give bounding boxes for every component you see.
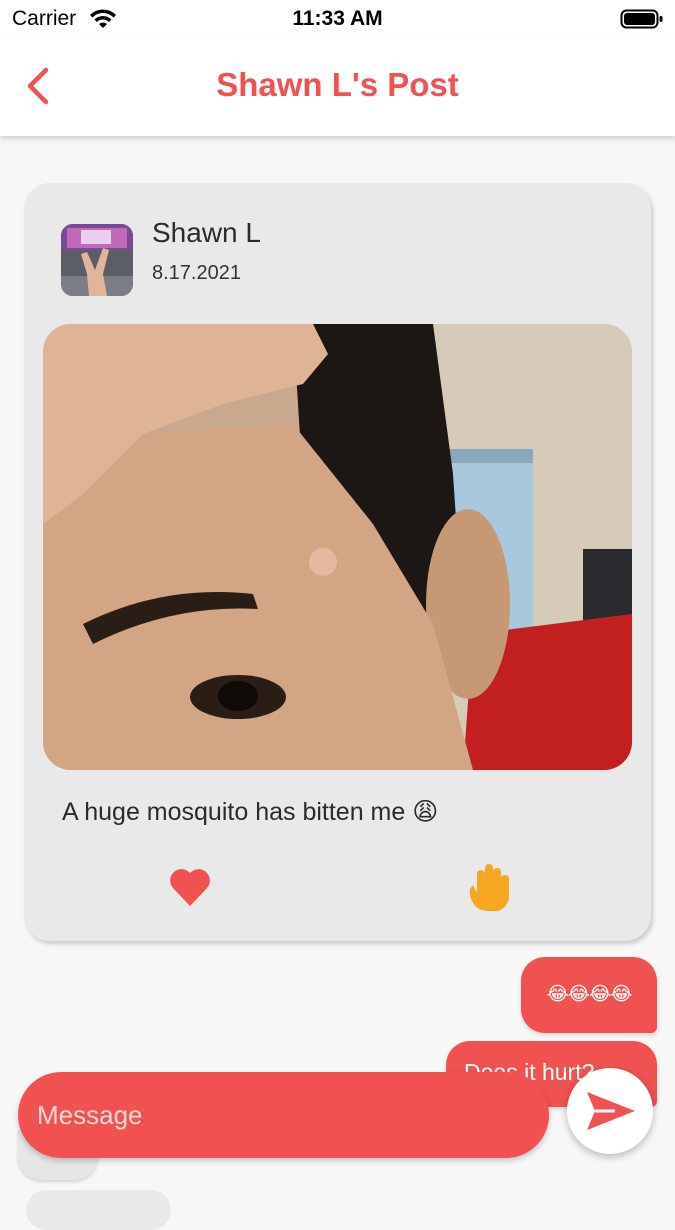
page-title: Shawn L's Post bbox=[216, 66, 459, 103]
post-card: Shawn L 8.17.2021 A huge mosquito has bi… bbox=[24, 183, 651, 941]
send-button[interactable] bbox=[567, 1068, 653, 1154]
raised-hand-icon[interactable] bbox=[462, 863, 512, 913]
heart-icon[interactable] bbox=[168, 866, 212, 908]
navigation-bar: Shawn L's Post bbox=[0, 40, 675, 136]
author-name[interactable]: Shawn L bbox=[152, 217, 261, 249]
send-arrow-icon bbox=[587, 1092, 635, 1130]
status-time: 11:33 AM bbox=[292, 7, 383, 30]
battery-icon bbox=[620, 9, 663, 29]
message-placeholder: Message bbox=[37, 1100, 143, 1130]
message-input[interactable]: Message bbox=[18, 1072, 549, 1158]
post-caption: A huge mosquito has bitten me 😩 bbox=[62, 798, 439, 826]
message-bubble-received bbox=[26, 1190, 171, 1230]
status-bar: Carrier 11:33 AM bbox=[0, 0, 675, 40]
message-bubble-sent: 😂😂😂😂 bbox=[521, 957, 657, 1033]
post-photo[interactable] bbox=[43, 324, 632, 770]
post-date: 8.17.2021 bbox=[152, 262, 241, 284]
author-avatar[interactable] bbox=[61, 224, 133, 296]
